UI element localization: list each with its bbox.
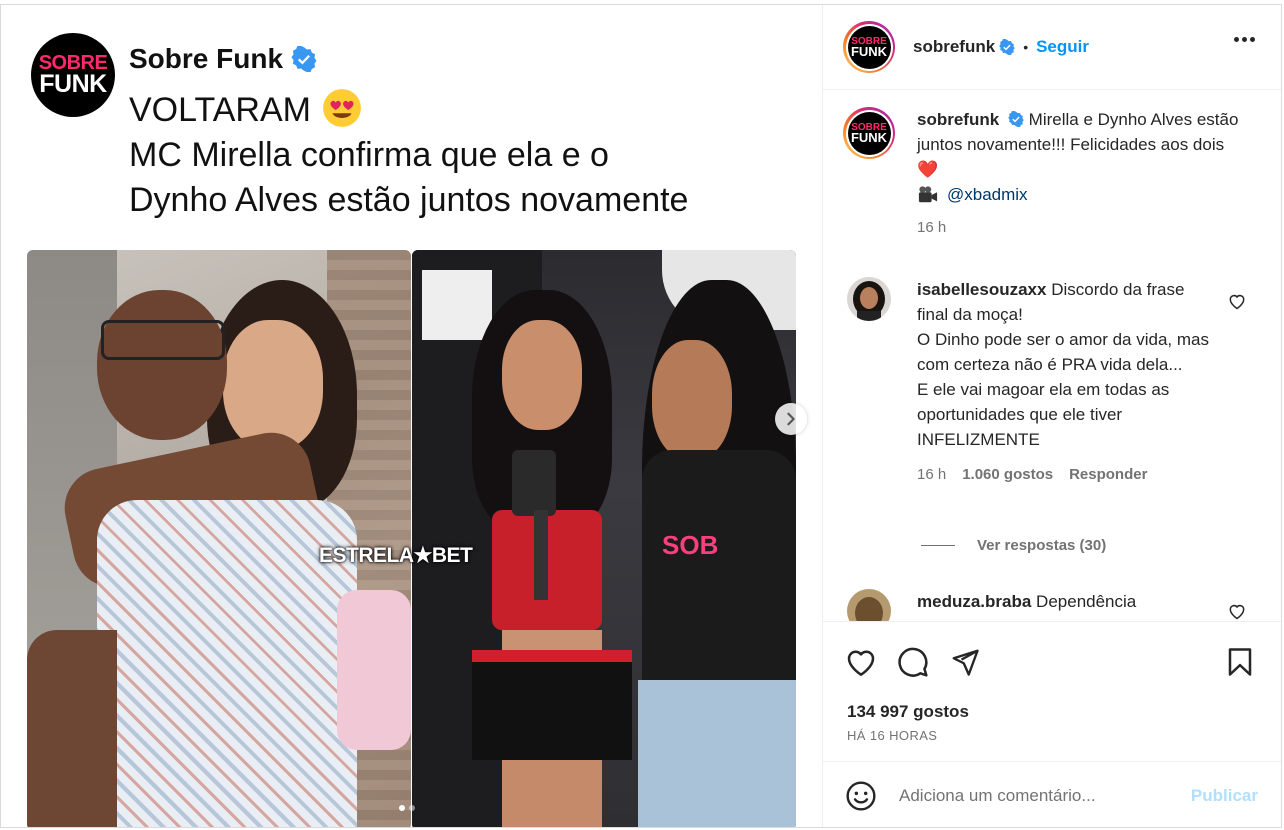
carousel-dots xyxy=(399,805,415,811)
chevron-right-icon xyxy=(787,412,795,426)
reply-button[interactable]: Responder xyxy=(1069,462,1147,487)
comment-icon xyxy=(898,647,928,677)
comments-list[interactable]: SOBRE FUNK sobrefunk Mirella e Dynho Alv… xyxy=(823,91,1281,621)
avatar: SOBRE FUNK xyxy=(847,25,891,69)
verified-badge-icon xyxy=(999,39,1015,55)
comment-text-line2: O Dinho pode ser o amor da vida, mas com… xyxy=(917,330,1209,374)
caption-time: 16 h xyxy=(917,219,947,236)
headline-line2: MC Mirella confirma que ela e o xyxy=(129,136,609,174)
share-icon xyxy=(952,649,979,676)
post-actions: 134 997 gostos HÁ 16 HORAS xyxy=(823,621,1281,761)
comment-time: 16 h xyxy=(917,466,947,483)
comment-item: meduza.braba Dependência xyxy=(847,589,1267,621)
emoji-icon[interactable] xyxy=(845,780,877,812)
post-media: SOBRE FUNK Sobre Funk VOLTARAM MC Mirell… xyxy=(1,5,821,827)
comment-text-line3: E ele vai magoar ela em todas as oportun… xyxy=(917,380,1170,449)
comment-button[interactable] xyxy=(895,644,931,680)
comment-meta: 16 h 1.060 gostos Responder xyxy=(917,462,1217,487)
avatar-line2: FUNK xyxy=(850,43,888,59)
comment-like-heart-icon[interactable] xyxy=(1227,291,1247,311)
save-button[interactable] xyxy=(1222,644,1258,680)
post-modal: SOBRE FUNK Sobre Funk VOLTARAM MC Mirell… xyxy=(0,4,1282,828)
caption-username[interactable]: sobrefunk xyxy=(917,110,999,129)
logo-line2: FUNK xyxy=(39,69,107,98)
sponsor-watermark: ESTRELA★BET xyxy=(319,544,473,567)
view-replies-label: Ver respostas (30) xyxy=(977,537,1107,554)
avatar-line2: FUNK xyxy=(850,129,888,145)
comment-item: isabellesouzaxx Discordo da frase final … xyxy=(847,277,1267,487)
comment-like-heart-icon[interactable] xyxy=(1227,601,1247,621)
view-replies-button[interactable]: Ver respostas (30) xyxy=(921,537,1106,554)
caption-mention[interactable]: @xbadmix xyxy=(947,182,1028,207)
carousel-dot[interactable] xyxy=(399,805,405,811)
verified-badge-icon xyxy=(291,46,317,72)
carousel-next-button[interactable] xyxy=(775,403,807,435)
media-brand: Sobre Funk xyxy=(129,43,688,75)
post-timestamp: HÁ 16 HORAS xyxy=(847,728,938,743)
post-caption: SOBRE FUNK sobrefunk Mirella e Dynho Alv… xyxy=(843,107,1247,240)
comment-username[interactable]: meduza.braba xyxy=(917,592,1031,611)
heart-icon xyxy=(847,650,875,676)
comment-text: Dependência xyxy=(1036,592,1137,611)
header-username[interactable]: sobrefunk xyxy=(913,37,995,57)
caption-avatar[interactable]: SOBRE FUNK xyxy=(843,107,895,159)
verified-badge-icon xyxy=(1008,110,1024,128)
carousel-dot[interactable] xyxy=(409,805,415,811)
heart-eyes-emoji-icon xyxy=(323,89,361,127)
headline-line1: VOLTARAM xyxy=(129,91,311,129)
story-ring-avatar[interactable]: SOBRE FUNK xyxy=(843,21,895,73)
media-post-header: SOBRE FUNK Sobre Funk VOLTARAM MC Mirell… xyxy=(31,33,688,223)
sobrefunk-logo: SOBRE FUNK xyxy=(31,33,115,117)
headline-line3: Dynho Alves estão juntos novamente xyxy=(129,181,689,219)
comment-username[interactable]: isabellesouzaxx xyxy=(917,280,1046,299)
brand-name: Sobre Funk xyxy=(129,43,284,74)
camera-emoji xyxy=(918,185,938,202)
commenter-avatar[interactable] xyxy=(847,589,891,621)
comment-input[interactable] xyxy=(899,785,1189,806)
share-button[interactable] xyxy=(947,644,983,680)
comment-likes[interactable]: 1.060 gostos xyxy=(962,462,1053,487)
commenter-avatar[interactable] xyxy=(847,277,891,321)
more-options-icon[interactable] xyxy=(1234,37,1255,42)
like-button[interactable] xyxy=(843,644,879,680)
header-separator: • xyxy=(1023,39,1029,55)
avatar: SOBRE FUNK xyxy=(847,111,891,155)
publish-button[interactable]: Publicar xyxy=(1191,786,1258,806)
panel-header: SOBRE FUNK sobrefunk • Seguir xyxy=(823,5,1281,90)
comment-composer: Publicar xyxy=(823,761,1281,827)
likes-count[interactable]: 134 997 gostos xyxy=(847,702,969,722)
post-details-panel: SOBRE FUNK sobrefunk • Seguir SOBRE FUNK… xyxy=(822,5,1281,827)
bookmark-icon xyxy=(1228,648,1252,676)
photo-couple xyxy=(27,250,411,827)
photo-interview: SOB xyxy=(412,250,796,827)
follow-button[interactable]: Seguir xyxy=(1036,37,1089,57)
media-headline: VOLTARAM MC Mirella confirma que ela e o… xyxy=(129,87,688,223)
